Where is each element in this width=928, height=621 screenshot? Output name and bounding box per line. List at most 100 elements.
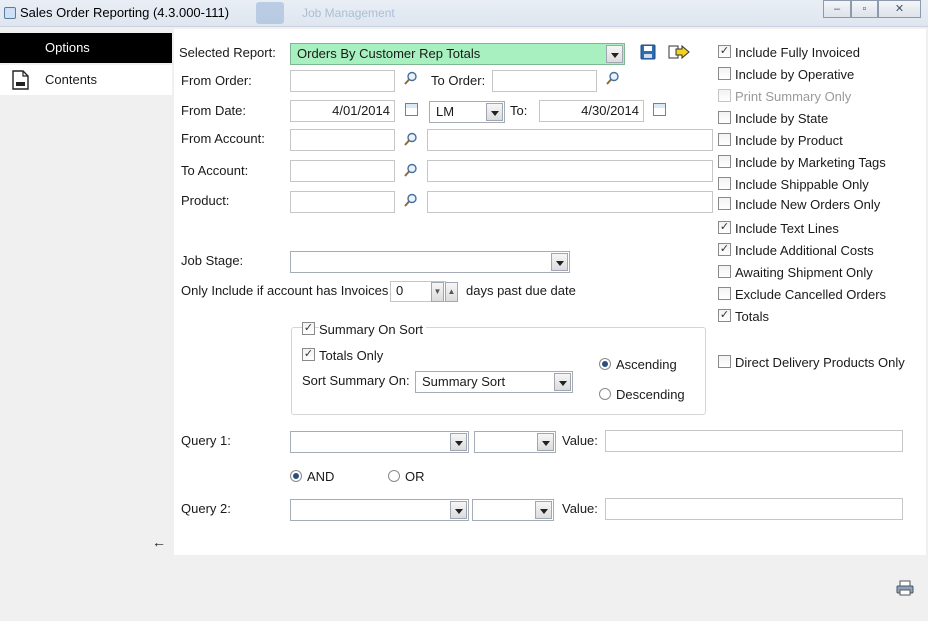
from-order-label: From Order: [181,73,252,88]
include-additional-costs-checkbox[interactable]: ✓ [718,243,731,256]
query1-value-label: Value: [562,433,598,448]
from-account-name-input[interactable] [427,129,713,151]
include-by-operative-checkbox[interactable] [718,67,731,80]
sidebar-item-options[interactable]: Options [0,33,172,63]
awaiting-shipment-only-label: Awaiting Shipment Only [735,265,873,280]
exclude-cancelled-orders-checkbox[interactable] [718,287,731,300]
include-by-marketing-tags-label: Include by Marketing Tags [735,155,886,170]
sidebar-item-contents[interactable]: Contents [0,65,172,95]
app-icon [4,7,16,19]
exclude-cancelled-orders-label: Exclude Cancelled Orders [735,287,887,302]
period-value: LM [436,104,455,119]
totals-label: Totals [735,309,769,324]
job-stage-select[interactable] [290,251,570,273]
include-by-marketing-tags-checkbox[interactable] [718,155,731,168]
to-account-input[interactable] [290,160,395,182]
chevron-down-icon [535,501,552,519]
background-tab-icon [256,2,284,24]
sidebar-item-label: Options [45,40,90,55]
query2-value-input[interactable] [605,498,903,520]
spin-down-button[interactable]: ▼ [431,282,444,302]
from-account-input[interactable] [290,129,395,151]
collapse-arrow-icon[interactable]: ← [152,534,166,550]
include-fully-invoiced-label: Include Fully Invoiced [735,45,861,60]
product-label: Product: [181,193,230,208]
include-by-operative-label: Include by Operative [735,67,855,82]
or-radio[interactable] [388,470,400,482]
close-button[interactable]: ✕ [878,0,921,18]
magnifier-icon[interactable] [404,193,418,207]
ascending-label: Ascending [616,357,677,372]
and-radio[interactable] [290,470,302,482]
sidebar-item-label: Contents [45,72,98,87]
include-text-lines-checkbox[interactable]: ✓ [718,221,731,234]
printer-icon[interactable] [896,580,914,596]
to-order-input[interactable] [492,70,597,92]
include-text-lines-label: Include Text Lines [735,221,839,236]
from-date-label: From Date: [181,103,247,118]
minimize-button[interactable]: – [823,0,851,18]
ascending-radio[interactable] [599,358,611,370]
query2-operator-select[interactable] [472,499,554,521]
product-input[interactable] [290,191,395,213]
query1-value-input[interactable] [605,430,903,452]
descending-radio[interactable] [599,388,611,400]
calendar-icon[interactable] [653,103,666,116]
period-select[interactable]: LM [429,101,505,123]
include-new-orders-only-checkbox[interactable] [718,197,731,210]
summary-on-sort-label: Summary On Sort [319,322,427,337]
to-date-input[interactable]: 4/30/2014 [539,100,644,122]
totals-checkbox[interactable]: ✓ [718,309,731,322]
include-new-orders-only-label: Include New Orders Only [735,197,881,212]
magnifier-icon[interactable] [606,71,620,85]
spin-up-button[interactable]: ▲ [445,282,458,302]
include-fully-invoiced-checkbox[interactable]: ✓ [718,45,731,58]
query2-field-select[interactable] [290,499,469,521]
chevron-down-icon [450,433,467,451]
to-account-name-input[interactable] [427,160,713,182]
from-order-input[interactable] [290,70,395,92]
calendar-icon[interactable] [405,103,418,116]
window-title: Sales Order Reporting (4.3.000-111) [20,5,230,20]
direct-delivery-checkbox[interactable] [718,355,731,368]
chevron-down-icon [606,45,623,63]
product-description-input[interactable] [427,191,713,213]
chevron-down-icon [486,103,503,121]
include-additional-costs-label: Include Additional Costs [735,243,874,258]
from-date-input[interactable]: 4/01/2014 [290,100,395,122]
query1-field-select[interactable] [290,431,469,453]
selected-report-select[interactable]: Orders By Customer Rep Totals [290,43,625,65]
background-tab-label: Job Management [302,6,395,20]
magnifier-icon[interactable] [404,71,418,85]
export-icon[interactable] [668,44,690,60]
awaiting-shipment-only-checkbox[interactable] [718,265,731,278]
include-by-state-checkbox[interactable] [718,111,731,124]
chevron-down-icon [554,373,571,391]
sort-summary-on-select[interactable]: Summary Sort [415,371,573,393]
direct-delivery-label: Direct Delivery Products Only [735,355,905,370]
sort-summary-on-value: Summary Sort [422,374,506,389]
to-date-label: To: [510,103,528,118]
print-summary-only-checkbox [718,89,731,102]
print-summary-only-label: Print Summary Only [735,89,852,104]
sort-summary-on-label: Sort Summary On: [302,373,410,388]
invoices-suffix: days past due date [466,283,576,298]
save-icon[interactable] [640,44,656,60]
include-shippable-only-checkbox[interactable] [718,177,731,190]
magnifier-icon[interactable] [404,163,418,177]
document-icon [12,70,29,90]
or-label: OR [405,469,425,484]
query1-operator-select[interactable] [474,431,556,453]
chevron-down-icon [450,501,467,519]
selected-report-value: Orders By Customer Rep Totals [297,46,481,61]
sidebar [0,29,172,621]
to-order-label: To Order: [431,73,486,88]
and-label: AND [307,469,335,484]
magnifier-icon[interactable] [404,132,418,146]
query2-value-label: Value: [562,501,598,516]
summary-on-sort-checkbox[interactable]: ✓ [302,322,315,335]
include-by-product-checkbox[interactable] [718,133,731,146]
include-by-product-label: Include by Product [735,133,843,148]
totals-only-checkbox[interactable]: ✓ [302,348,315,361]
maximize-button[interactable]: ▫ [851,0,878,18]
